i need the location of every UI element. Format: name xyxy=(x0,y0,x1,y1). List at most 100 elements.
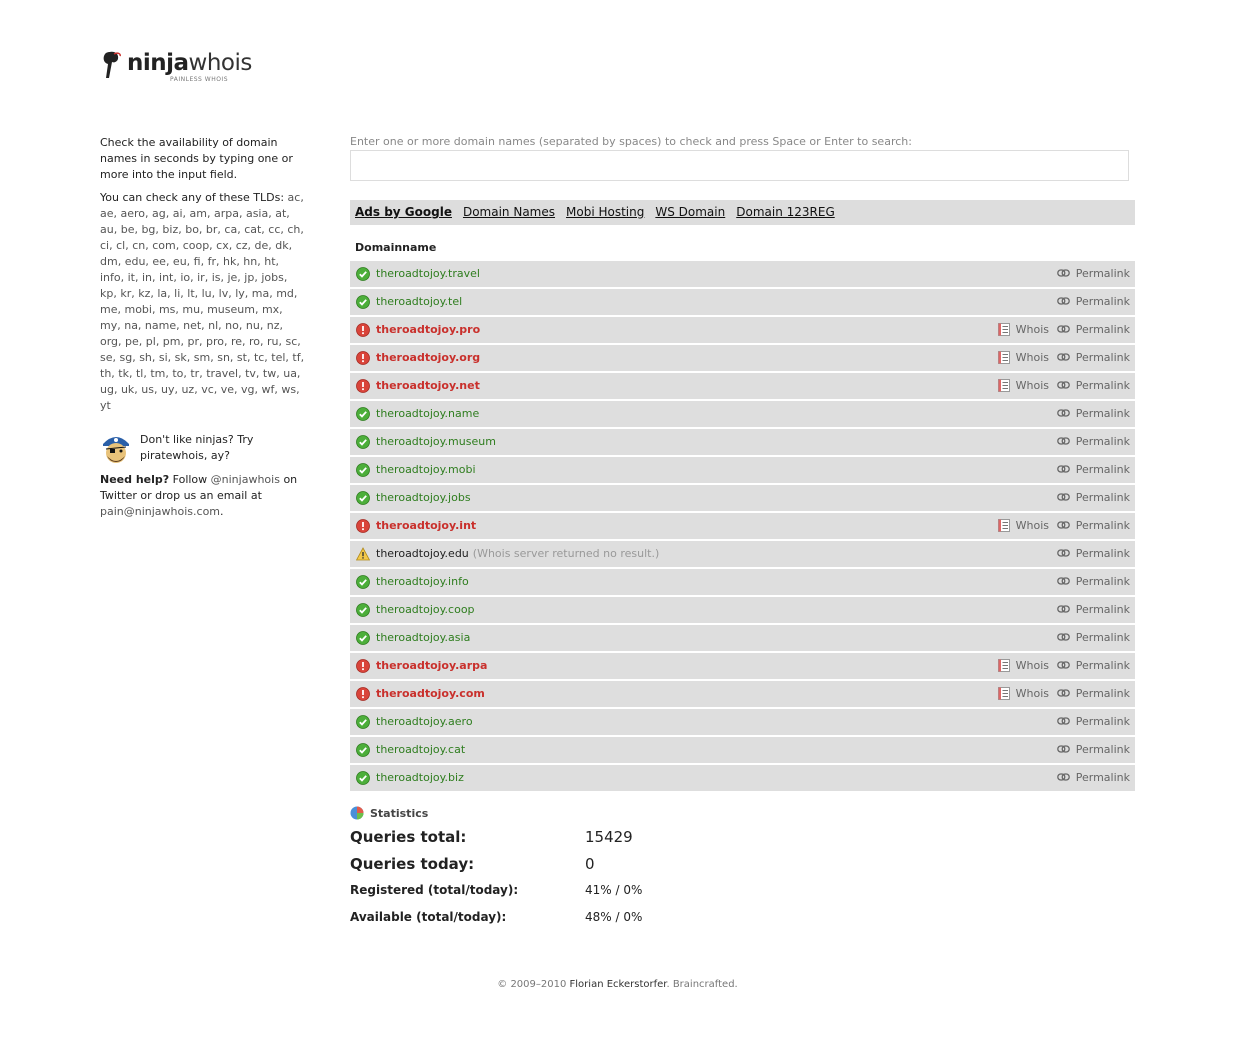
whois-link[interactable]: Whois xyxy=(997,681,1049,707)
domain-link[interactable]: theroadtojoy.name xyxy=(376,401,479,427)
whois-link[interactable]: Whois xyxy=(997,653,1049,679)
permalink-chain-icon xyxy=(1056,437,1070,445)
permalink-link[interactable]: Permalink xyxy=(1056,485,1130,511)
available-check-icon xyxy=(356,603,370,617)
domain-search-input[interactable] xyxy=(350,150,1129,181)
table-row: theroadtojoy.org Whois Permalink xyxy=(350,345,1135,371)
search-label: Enter one or more domain names (separate… xyxy=(350,135,912,148)
permalink-chain-icon xyxy=(1056,353,1070,361)
piratewhois-link[interactable]: piratewhois xyxy=(140,449,204,462)
pirate-promo: Don't like ninjas? Try piratewhois, ay? xyxy=(100,432,305,472)
permalink-chain-icon xyxy=(1056,409,1070,417)
ad-link[interactable]: WS Domain xyxy=(655,205,725,219)
taken-alert-icon xyxy=(356,379,370,393)
stat-registered: Registered (total/today): 41% / 0% xyxy=(350,883,643,897)
domain-link[interactable]: theroadtojoy.int xyxy=(376,513,476,539)
whois-link[interactable]: Whois xyxy=(997,345,1049,371)
available-check-icon xyxy=(356,435,370,449)
table-row: theroadtojoy.tel Permalink xyxy=(350,289,1135,315)
ad-link[interactable]: Domain 123REG xyxy=(736,205,835,219)
permalink-chain-icon xyxy=(1056,717,1070,725)
domain-link[interactable]: theroadtojoy.mobi xyxy=(376,457,476,483)
permalink-chain-icon xyxy=(1056,549,1070,557)
permalink-link[interactable]: Permalink xyxy=(1056,261,1130,287)
table-row: theroadtojoy.info Permalink xyxy=(350,569,1135,595)
ad-link[interactable]: Domain Names xyxy=(463,205,555,219)
domain-link[interactable]: theroadtojoy.pro xyxy=(376,317,480,343)
permalink-chain-icon xyxy=(1056,325,1070,333)
table-row: theroadtojoy.net Whois Permalink xyxy=(350,373,1135,399)
domain-link[interactable]: theroadtojoy.coop xyxy=(376,597,475,623)
pirate-icon xyxy=(103,437,129,463)
logo-wordmark: ninjawhois xyxy=(127,50,252,76)
help-text: Need help? Follow @ninjawhois on Twitter… xyxy=(100,473,298,518)
permalink-link[interactable]: Permalink xyxy=(1056,765,1130,791)
author-link[interactable]: Florian Eckerstorfer xyxy=(570,979,667,990)
domain-link[interactable]: theroadtojoy.tel xyxy=(376,289,462,315)
whois-link[interactable]: Whois xyxy=(997,317,1049,343)
email-link[interactable]: pain@ninjawhois.com xyxy=(100,505,220,518)
permalink-link[interactable]: Permalink xyxy=(1056,401,1130,427)
domainname-column-header: Domainname xyxy=(355,241,437,254)
table-row: theroadtojoy.cat Permalink xyxy=(350,737,1135,763)
row-note: (Whois server returned no result.) xyxy=(472,547,660,560)
permalink-link[interactable]: Permalink xyxy=(1056,289,1130,315)
permalink-chain-icon xyxy=(1056,521,1070,529)
domain-link[interactable]: theroadtojoy.info xyxy=(376,569,469,595)
whois-link[interactable]: Whois xyxy=(997,513,1049,539)
statistics-panel: Statistics Queries total: 15429 Queries … xyxy=(350,806,750,930)
permalink-link[interactable]: Permalink xyxy=(1056,569,1130,595)
twitter-link[interactable]: @ninjawhois xyxy=(211,473,280,486)
ninjawhois-logo[interactable]: ninjawhois PAINLESS WHOIS xyxy=(100,48,260,84)
domain-link[interactable]: theroadtojoy.cat xyxy=(376,737,465,763)
domain-link[interactable]: theroadtojoy.aero xyxy=(376,709,473,735)
whois-link[interactable]: Whois xyxy=(997,373,1049,399)
warning-icon xyxy=(356,547,370,561)
permalink-chain-icon xyxy=(1056,605,1070,613)
available-check-icon xyxy=(356,267,370,281)
permalink-link[interactable]: Permalink xyxy=(1056,373,1130,399)
domain-link[interactable]: theroadtojoy.jobs xyxy=(376,485,471,511)
domain-link[interactable]: theroadtojoy.arpa xyxy=(376,653,487,679)
permalink-chain-icon xyxy=(1056,297,1070,305)
permalink-link[interactable]: Permalink xyxy=(1056,737,1130,763)
permalink-link[interactable]: Permalink xyxy=(1056,429,1130,455)
permalink-link[interactable]: Permalink xyxy=(1056,653,1130,679)
table-row: theroadtojoy.arpa Whois Permalink xyxy=(350,653,1135,679)
statistics-heading: Statistics xyxy=(350,806,750,822)
ad-link[interactable]: Mobi Hosting xyxy=(566,205,644,219)
permalink-link[interactable]: Permalink xyxy=(1056,597,1130,623)
table-row: theroadtojoy.name Permalink xyxy=(350,401,1135,427)
permalink-link[interactable]: Permalink xyxy=(1056,317,1130,343)
stat-available: Available (total/today): 48% / 0% xyxy=(350,910,643,924)
domain-link[interactable]: theroadtojoy.biz xyxy=(376,765,464,791)
domain-link[interactable]: theroadtojoy.com xyxy=(376,681,485,707)
domain-link[interactable]: theroadtojoy.org xyxy=(376,345,480,371)
table-row: theroadtojoy.coop Permalink xyxy=(350,597,1135,623)
permalink-link[interactable]: Permalink xyxy=(1056,345,1130,371)
domain-link[interactable]: theroadtojoy.edu (Whois server returned n… xyxy=(376,541,659,567)
pirate-text: Don't like ninjas? Try piratewhois, ay? xyxy=(140,433,254,462)
permalink-link[interactable]: Permalink xyxy=(1056,513,1130,539)
stat-queries-total: Queries total: 15429 xyxy=(350,828,633,846)
permalink-chain-icon xyxy=(1056,633,1070,641)
results-table: theroadtojoy.travel Permalink theroadtojoy… xyxy=(350,261,1135,793)
ads-by-google-link[interactable]: Ads by Google xyxy=(355,205,452,219)
available-check-icon xyxy=(356,771,370,785)
whois-document-icon xyxy=(997,519,1010,532)
table-row: theroadtojoy.mobi Permalink xyxy=(350,457,1135,483)
permalink-link[interactable]: Permalink xyxy=(1056,541,1130,567)
permalink-chain-icon xyxy=(1056,577,1070,585)
permalink-link[interactable]: Permalink xyxy=(1056,709,1130,735)
permalink-link[interactable]: Permalink xyxy=(1056,457,1130,483)
domain-link[interactable]: theroadtojoy.asia xyxy=(376,625,470,651)
table-row: theroadtojoy.int Whois Permalink xyxy=(350,513,1135,539)
permalink-link[interactable]: Permalink xyxy=(1056,625,1130,651)
domain-link[interactable]: theroadtojoy.travel xyxy=(376,261,480,287)
domain-link[interactable]: theroadtojoy.museum xyxy=(376,429,496,455)
domain-link[interactable]: theroadtojoy.net xyxy=(376,373,480,399)
available-check-icon xyxy=(356,463,370,477)
permalink-link[interactable]: Permalink xyxy=(1056,681,1130,707)
taken-alert-icon xyxy=(356,687,370,701)
whois-document-icon xyxy=(997,351,1010,364)
